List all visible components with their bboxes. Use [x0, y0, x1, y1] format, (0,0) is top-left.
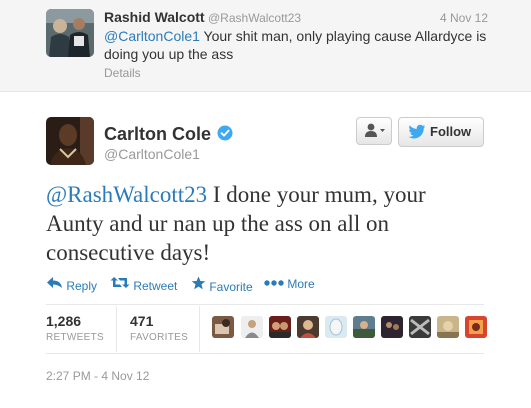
retweet-action[interactable]: Retweet [110, 276, 177, 293]
caret-down-icon [380, 129, 385, 132]
reply-author-name[interactable]: Rashid Walcott [104, 9, 205, 25]
reply-arrow-icon [47, 277, 62, 288]
favoriter-avatar[interactable] [325, 316, 347, 338]
in-reply-to-tweet: Rashid Walcott @RashWalcott23 4 Nov 12 @… [0, 0, 531, 92]
stats-separator [116, 306, 117, 352]
reply-details-link[interactable]: Details [104, 66, 141, 80]
stats-divider-top [46, 304, 484, 305]
user-icon [365, 123, 385, 137]
favorite-count-label: FAVORITES [130, 332, 189, 343]
more-action[interactable]: More [264, 276, 315, 291]
tweet-author-handle[interactable]: @CarltonCole1 [104, 146, 200, 162]
reply-action-label: Reply [66, 278, 98, 293]
favoriter-avatar[interactable] [269, 316, 291, 338]
favorite-count[interactable]: 471 [130, 313, 153, 329]
favoriter-avatar[interactable] [409, 316, 431, 338]
stats-separator [199, 306, 200, 352]
reply-action[interactable]: Reply [46, 276, 97, 293]
favoriter-avatar[interactable] [212, 316, 234, 338]
favorite-action[interactable]: Favorite [191, 276, 253, 294]
user-actions-dropdown-button[interactable] [356, 117, 392, 145]
tweet-timestamp[interactable]: 2:27 PM - 4 Nov 12 [46, 369, 149, 383]
reply-mention-link[interactable]: @CarltonCole1 [104, 28, 200, 44]
follow-button[interactable]: Follow [398, 117, 484, 147]
tweet-author-name[interactable]: Carlton Cole [104, 124, 211, 145]
tweet-text: @RashWalcott23 I done your mum, your Aun… [46, 180, 486, 267]
stats-divider-bottom [46, 353, 484, 354]
favoriter-avatar[interactable] [241, 316, 263, 338]
tweet-mention-link[interactable]: @RashWalcott23 [46, 182, 207, 207]
tweet-author-avatar[interactable] [46, 117, 94, 165]
follow-label: Follow [430, 124, 472, 139]
reply-date[interactable]: 4 Nov 12 [440, 11, 488, 25]
bird-icon [408, 124, 426, 139]
retweet-action-label: Retweet [133, 278, 178, 293]
reply-author-handle[interactable]: @RashWalcott23 [208, 11, 301, 25]
favoriter-avatar[interactable] [381, 316, 403, 338]
favorite-action-label: Favorite [209, 279, 253, 294]
favoriter-avatar[interactable] [437, 316, 459, 338]
star-icon [191, 276, 206, 290]
more-dots-icon [264, 280, 284, 286]
reply-text: @CarltonCole1 Your shit man, only playin… [104, 27, 494, 63]
favoriter-avatar[interactable] [297, 316, 319, 338]
retweet-count-label: RETWEETS [46, 332, 104, 343]
verified-badge-icon [217, 125, 233, 141]
more-action-label: More [287, 276, 315, 291]
reply-author-avatar[interactable] [46, 9, 94, 57]
favoriter-avatar[interactable] [353, 316, 375, 338]
retweet-icon [110, 277, 130, 288]
retweet-count[interactable]: 1,286 [46, 313, 81, 329]
favoriter-avatar[interactable] [465, 316, 487, 338]
